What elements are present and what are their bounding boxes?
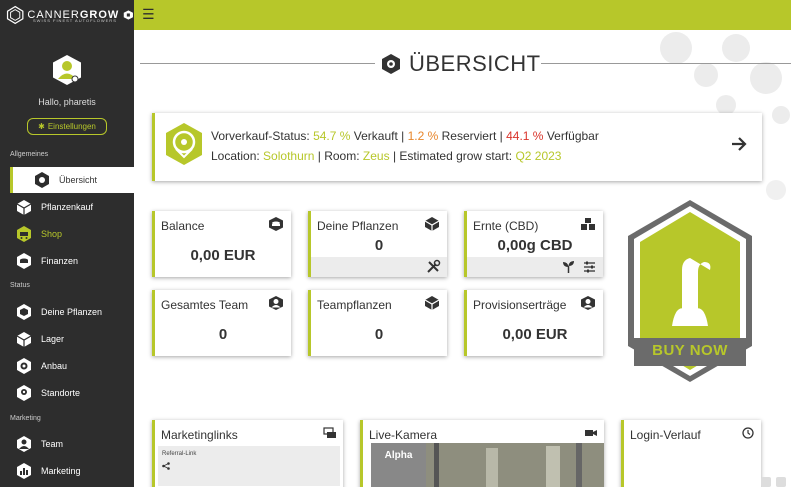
sidebar-item-finances[interactable]: Finanzen [0,248,134,274]
sidebar-item-cultivation[interactable]: Anbau [0,353,134,379]
location-value: Solothurn [263,149,315,163]
team-icon [269,296,283,310]
logo-subtitle: SWISS FINEST AUTOFLOWERS [33,18,117,23]
sidebar-item-locations[interactable]: Standorte [0,380,134,406]
section-status-label: Status [10,282,30,289]
harvest-card: Ernte (CBD) 0,00g CBD [464,211,603,277]
sidebar-item-my-plants[interactable]: Deine Pflanzen [0,299,134,325]
available-percent: 44.1 % [506,129,544,143]
section-marketing-label: Marketing [10,415,41,422]
grow-start-value: Q2 2023 [515,149,562,163]
sidebar-item-shop[interactable]: Shop [0,221,134,247]
sidebar: Hallo, pharetis ✱ Einstellungen Allgemei… [0,30,134,487]
cube-icon [424,217,440,231]
user-avatar-icon[interactable] [51,54,83,86]
box-icon [16,332,32,347]
sidebar-item-storage[interactable]: Lager [0,326,134,352]
chat-bot-icon[interactable] [759,475,789,487]
page-header: ÜBERSICHT [134,48,791,78]
camera-alpha-tab[interactable]: Alpha [371,443,426,487]
harvest-footer [467,257,603,277]
coins-icon [17,253,31,269]
top-bar: CANNERGROW SWISS FINEST AUTOFLOWERS ☰ [0,0,791,30]
location-line: Location: Solothurn | Room: Zeus | Estim… [211,149,562,163]
balance-card: Balance 0,00 EUR [152,211,291,277]
total-team-value: 0 [218,326,228,343]
settings-button[interactable]: ✱ Einstellungen [27,118,107,135]
links-icon [323,427,336,438]
user-icon [581,296,595,310]
presale-line: Vorverkauf-Status: 54.7 % Verkauft | 1.2… [211,129,599,143]
coins-icon [269,217,283,231]
buy-now-button[interactable]: BUY NOW [624,198,756,384]
my-plants-footer [311,257,447,277]
logo-badge-icon [124,10,134,20]
login-history-card: Login-Verlauf [621,420,761,487]
reserved-percent: 1.2 % [407,129,439,143]
plant-icon [17,304,31,320]
menu-toggle-icon[interactable]: ☰ [142,6,155,23]
sprout-icon[interactable] [561,259,576,274]
video-camera-icon [585,430,597,436]
team-icon [17,436,31,452]
logo[interactable]: CANNERGROW SWISS FINEST AUTOFLOWERS [0,0,134,30]
my-plants-value: 0 [374,237,384,254]
marketing-icon [17,463,31,479]
team-plants-card: Teampflanzen 0 [308,290,447,356]
tools-icon[interactable] [426,259,441,274]
balance-value: 0,00 EUR [190,247,256,264]
sliders-icon[interactable] [582,259,597,274]
share-icon[interactable] [162,462,170,470]
location-icon [17,385,31,401]
camera-image [426,443,604,487]
overview-icon [35,172,49,188]
referral-link-box[interactable]: Referral-Link [158,446,340,486]
commission-value: 0,00 EUR [502,326,568,343]
commission-card: Provisionserträge 0,00 EUR [464,290,603,356]
marketing-links-card: Marketinglinks Referral-Link [152,420,343,487]
sidebar-item-overview[interactable]: Übersicht [10,167,134,193]
history-icon [742,427,754,439]
presale-status-text: Vorverkauf-Status: 54.7 % Verkauft | 1.2… [211,126,599,166]
presale-status-card: Vorverkauf-Status: 54.7 % Verkauft | 1.2… [152,113,762,181]
harvest-value: 0,00g CBD [497,237,573,254]
grow-icon [17,358,31,374]
my-plants-card: Deine Pflanzen 0 [308,211,447,277]
section-general-label: Allgemeines [10,151,49,158]
title-divider-left [140,63,375,64]
overview-title-icon [382,54,400,74]
boxes-icon [581,218,595,230]
team-plants-value: 0 [374,326,384,343]
arrow-right-icon[interactable] [728,133,750,155]
greeting: Hallo, pharetis [38,97,96,107]
page-title: ÜBERSICHT [381,51,541,77]
camera-feed[interactable]: Alpha [371,443,604,487]
live-camera-card: Live-Kamera Alpha [360,420,604,487]
total-team-card: Gesamtes Team 0 [152,290,291,356]
buy-now-label: BUY NOW [652,342,728,359]
gear-icon: ✱ [38,122,45,131]
sidebar-item-team[interactable]: Team [0,431,134,457]
location-pin-icon [166,123,202,165]
sidebar-item-plant-purchase[interactable]: Pflanzenkauf [0,194,134,220]
title-divider-right [541,63,791,64]
cube-icon [424,296,440,310]
sidebar-item-marketing[interactable]: Marketing [0,458,134,484]
sold-percent: 54.7 % [313,129,351,143]
cube-icon [16,200,32,215]
cart-icon [17,226,31,242]
main-content: ÜBERSICHT Vorverkauf-Status: 54.7 % Verk… [134,30,791,487]
logo-hex-icon [6,5,24,25]
room-value: Zeus [362,149,390,163]
